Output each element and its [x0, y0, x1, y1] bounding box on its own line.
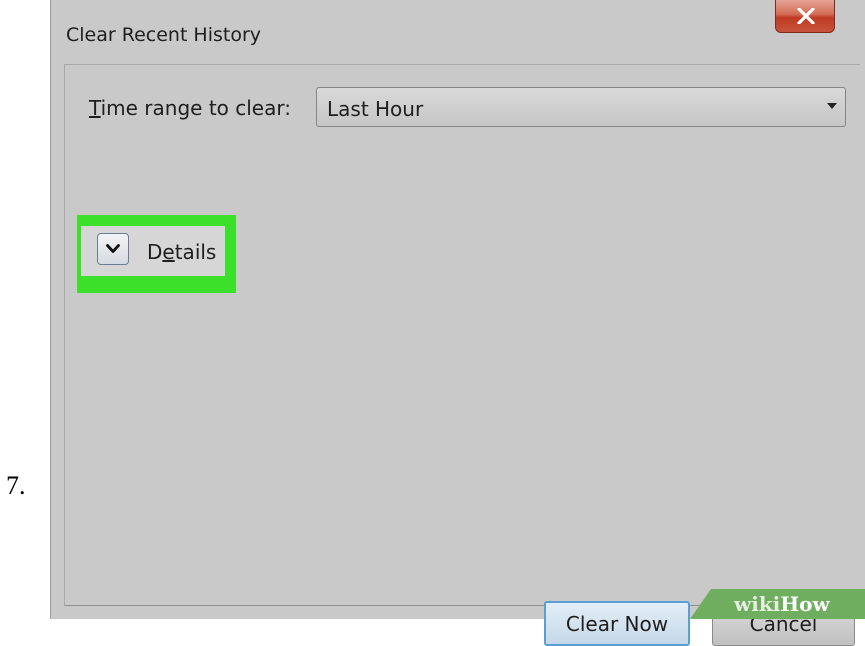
step-number: 7. [6, 471, 26, 500]
dialog-body: Time range to clear: Last Hour Details C… [64, 64, 860, 646]
clear-now-button[interactable]: Clear Now [544, 601, 690, 646]
chevron-down-icon [827, 103, 837, 109]
close-icon [797, 8, 815, 24]
clear-history-dialog: Clear Recent History Time range to clear… [50, 0, 865, 646]
time-range-label: Time range to clear: [89, 96, 291, 120]
close-button[interactable] [775, 0, 835, 33]
chevron-down-icon [106, 244, 120, 253]
time-range-value: Last Hour [327, 97, 424, 121]
dialog-title: Clear Recent History [66, 24, 262, 46]
wikihow-watermark: wiki How [690, 589, 865, 619]
details-label[interactable]: Details [147, 240, 216, 264]
details-toggle-button[interactable] [97, 233, 129, 265]
title-bar: Clear Recent History [51, 0, 865, 64]
time-range-select[interactable]: Last Hour [316, 87, 846, 127]
